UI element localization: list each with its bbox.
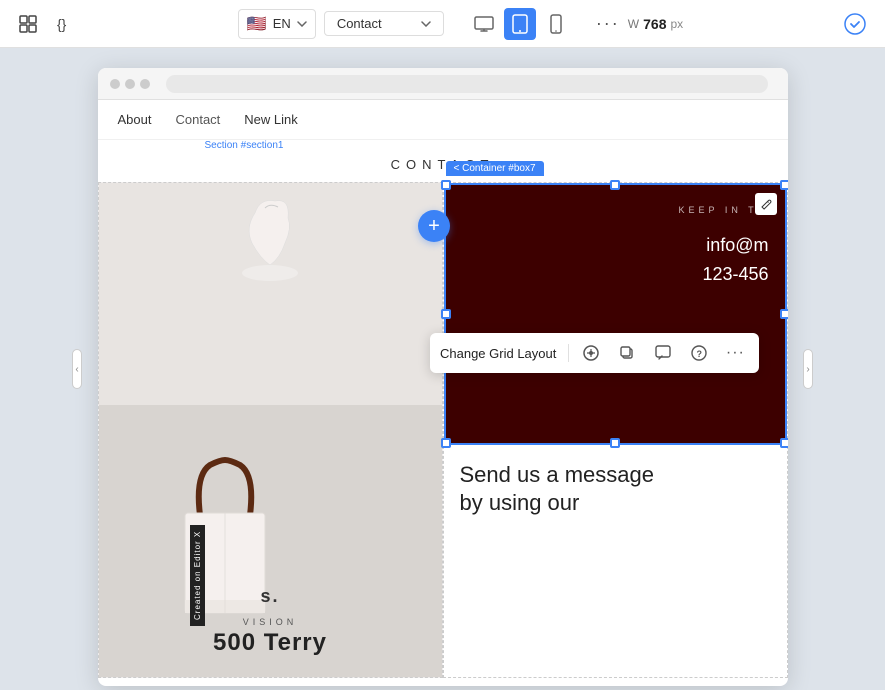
floating-toolbar: Change Grid Layout ? [430,333,759,373]
width-value: 768 [643,16,666,32]
brand-logo: s. [260,586,279,607]
message-box: Send us a messageby using our [444,445,787,677]
chevron-down-icon [421,21,431,27]
add-section-button[interactable]: + [418,210,450,242]
nav-contact[interactable]: Contact [175,112,220,127]
top-toolbar: {} 🇺🇸 EN Contact [0,0,885,48]
container-label: < Container #box7 [446,161,544,176]
section-breadcrumb: Section #section1 [205,140,284,151]
floating-toolbar-label: Change Grid Layout [440,346,556,361]
right-column: < Container #box7 KEEP IN TO info@m 123-… [443,182,788,678]
handle-top-right[interactable] [780,180,788,190]
nav-new-link[interactable]: New Link [244,112,297,127]
site-nav: About Contact New Link [98,100,788,140]
handle-bottom-left[interactable] [441,438,451,448]
help-icon-button[interactable]: ? [685,339,713,367]
browser-window: About Contact New Link Section #section1… [98,68,788,686]
handle-middle-left[interactable] [441,309,451,319]
canvas-area: ‹ › About Contact New Link Section #sect… [0,48,885,690]
toolbar-center: 🇺🇸 EN Contact [96,8,825,40]
lang-label: EN [273,16,291,31]
browser-url-bar [166,75,768,93]
more-options-icon[interactable]: ··· [596,13,620,34]
done-icon[interactable] [841,10,869,38]
flag-icon: 🇺🇸 [247,14,267,34]
comment-icon-button[interactable] [649,339,677,367]
bottom-text-area: VISION 500 Terry [99,617,442,657]
shoe-image [230,193,310,293]
desktop-view-button[interactable] [468,8,500,40]
svg-text:{}: {} [57,16,67,32]
toolbar-divider [568,344,569,362]
handle-top-left[interactable] [441,180,451,190]
left-column: s. VISION 500 Terry [98,182,443,678]
message-title-text: Send us a messageby using our [460,462,654,516]
vision-label: VISION [99,617,442,627]
dot-green [140,79,150,89]
dot-red [110,79,120,89]
code-icon[interactable]: {} [56,12,80,36]
page-selector[interactable]: Contact [324,11,444,36]
more-options-button[interactable]: ··· [721,339,749,367]
browser-bar [98,68,788,100]
language-selector[interactable]: 🇺🇸 EN [238,9,316,39]
width-unit: px [670,17,683,31]
width-label: W [628,17,639,31]
vision-number: 500 Terry [99,629,442,657]
grid-layout-icon-button[interactable] [577,339,605,367]
contact-box: < Container #box7 KEEP IN TO info@m 123-… [444,183,787,445]
edit-button[interactable] [755,193,777,215]
editor-x-label: Created on Editor X [190,525,205,626]
page-title-bar: CONTACT [98,140,788,182]
keep-in-touch-label: KEEP IN TO [462,205,769,215]
message-title: Send us a messageby using our [460,461,771,518]
browser-dots [110,79,150,89]
mobile-view-button[interactable] [540,8,572,40]
handle-bottom-right[interactable] [780,438,788,448]
duplicate-icon-button[interactable] [613,339,641,367]
toolbar-left: {} [16,12,80,36]
handle-middle-right[interactable] [780,309,788,319]
right-resize-handle[interactable]: › [803,349,813,389]
toolbar-right [841,10,869,38]
phone-display: 123-456 [462,264,769,285]
nav-about[interactable]: About [118,112,152,127]
dot-yellow [125,79,135,89]
page-name: Contact [337,16,382,31]
svg-text:?: ? [697,349,703,359]
chevron-down-icon [297,21,307,27]
grid-view-icon[interactable] [16,12,40,36]
handle-top-center[interactable] [610,180,620,190]
width-control: W 768 px [628,16,683,32]
email-display: info@m [462,235,769,256]
left-resize-handle[interactable]: ‹ [72,349,82,389]
handle-bottom-center[interactable] [610,438,620,448]
tablet-view-button[interactable] [504,8,536,40]
device-group [468,8,572,40]
